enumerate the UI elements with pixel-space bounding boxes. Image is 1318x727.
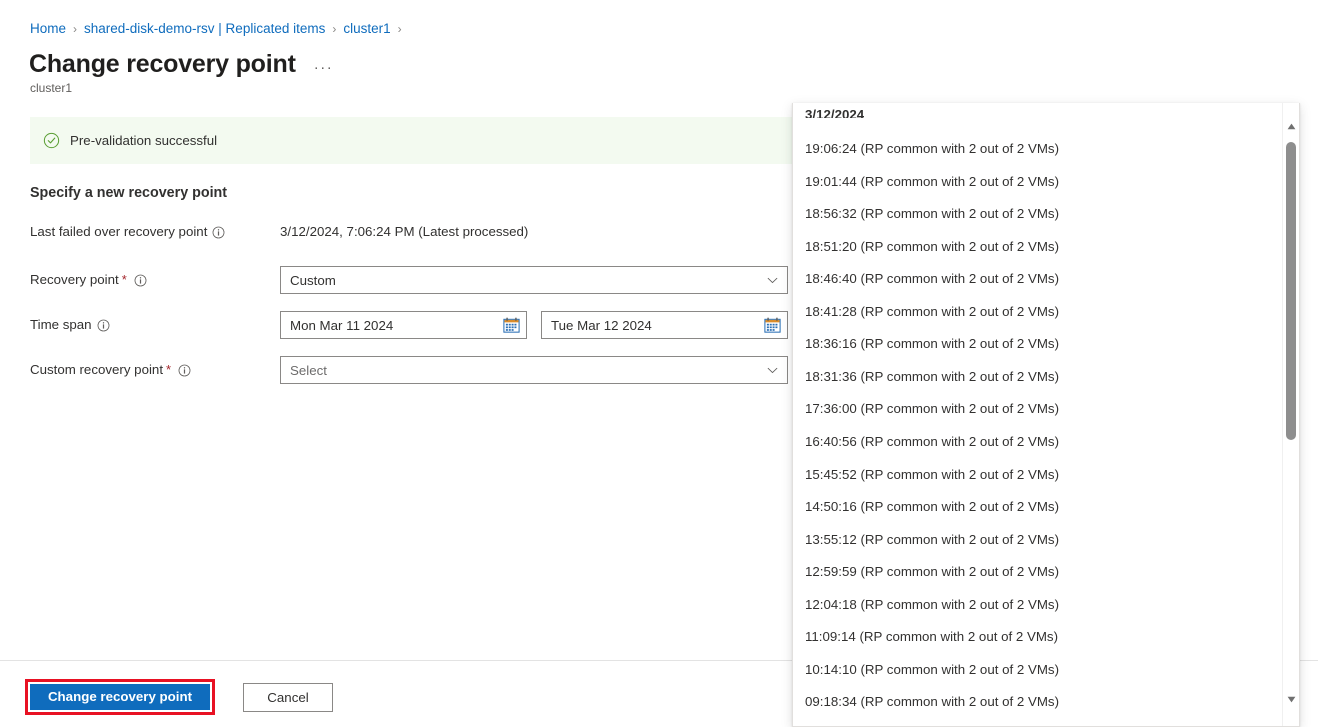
page-subtitle: cluster1 <box>30 80 72 96</box>
recovery-point-option[interactable]: 18:31:36 (RP common with 2 out of 2 VMs) <box>793 361 1281 394</box>
last-failed-over-value: 3/12/2024, 7:06:24 PM (Latest processed) <box>280 222 528 242</box>
custom-recovery-point-label: Custom recovery point <box>30 360 163 380</box>
form-row-last-failed-over: Last failed over recovery point 3/12/202… <box>30 222 800 242</box>
recovery-point-option[interactable]: 14:50:16 (RP common with 2 out of 2 VMs) <box>793 491 1281 524</box>
recovery-point-option[interactable]: 17:36:00 (RP common with 2 out of 2 VMs) <box>793 393 1281 426</box>
recovery-point-option[interactable]: 12:04:18 (RP common with 2 out of 2 VMs) <box>793 589 1281 622</box>
breadcrumb-separator-icon: › <box>398 20 402 38</box>
time-span-end-value: Tue Mar 12 2024 <box>551 318 763 333</box>
time-span-inputs: Mon Mar 11 2024 <box>280 311 788 339</box>
info-icon[interactable] <box>134 274 147 287</box>
recovery-point-option[interactable]: 13:55:12 (RP common with 2 out of 2 VMs) <box>793 524 1281 557</box>
recovery-point-option[interactable]: 18:56:32 (RP common with 2 out of 2 VMs) <box>793 198 1281 231</box>
recovery-point-option[interactable]: 19:06:24 (RP common with 2 out of 2 VMs) <box>793 133 1281 166</box>
recovery-point-option-list[interactable]: 3/12/2024 19:06:24 (RP common with 2 out… <box>793 103 1299 726</box>
recovery-point-label: Recovery point <box>30 270 119 290</box>
scroll-down-arrow-icon[interactable] <box>1283 691 1299 708</box>
time-span-label: Time span <box>30 315 92 335</box>
cancel-button[interactable]: Cancel <box>243 683 333 712</box>
recovery-point-option[interactable]: 11:09:14 (RP common with 2 out of 2 VMs) <box>793 621 1281 654</box>
time-span-start-input[interactable]: Mon Mar 11 2024 <box>280 311 527 339</box>
recovery-point-selected-value: Custom <box>290 273 766 288</box>
breadcrumb-separator-icon: › <box>73 20 77 38</box>
custom-recovery-point-select[interactable]: Select <box>280 356 788 384</box>
required-indicator: * <box>122 270 127 290</box>
calendar-icon[interactable] <box>763 316 782 335</box>
recovery-point-option[interactable]: 16:40:56 (RP common with 2 out of 2 VMs) <box>793 426 1281 459</box>
calendar-icon[interactable] <box>502 316 521 335</box>
required-indicator: * <box>166 360 171 380</box>
form-row-custom-recovery-point: Custom recovery point * Select <box>30 356 800 384</box>
scrollbar-thumb[interactable] <box>1286 142 1296 440</box>
dropdown-scrollbar[interactable] <box>1282 103 1299 726</box>
section-heading: Specify a new recovery point <box>30 183 227 203</box>
recovery-point-option[interactable]: 15:45:52 (RP common with 2 out of 2 VMs) <box>793 459 1281 492</box>
recovery-point-form: Last failed over recovery point 3/12/202… <box>30 222 800 384</box>
chevron-down-icon <box>766 364 779 377</box>
footer-actions: Change recovery point Cancel <box>25 679 333 715</box>
breadcrumb-item-cluster1[interactable]: cluster1 <box>343 20 390 38</box>
primary-action-highlight: Change recovery point <box>25 679 215 715</box>
dropdown-group-header: 3/12/2024 <box>805 106 864 118</box>
recovery-point-label-group: Recovery point * <box>30 270 280 290</box>
change-recovery-point-button[interactable]: Change recovery point <box>30 684 210 710</box>
recovery-point-option[interactable]: 19:01:44 (RP common with 2 out of 2 VMs) <box>793 166 1281 199</box>
recovery-point-option[interactable]: 12:59:59 (RP common with 2 out of 2 VMs) <box>793 556 1281 589</box>
recovery-point-select[interactable]: Custom <box>280 266 788 294</box>
info-icon[interactable] <box>97 319 110 332</box>
recovery-point-option[interactable]: 10:14:10 (RP common with 2 out of 2 VMs) <box>793 654 1281 687</box>
time-span-label-group: Time span <box>30 315 280 335</box>
recovery-point-option[interactable]: 18:51:20 (RP common with 2 out of 2 VMs) <box>793 231 1281 264</box>
breadcrumb-item-home[interactable]: Home <box>30 20 66 38</box>
form-row-recovery-point: Recovery point * Custom <box>30 266 800 294</box>
time-span-start-value: Mon Mar 11 2024 <box>290 318 502 333</box>
last-failed-over-label-group: Last failed over recovery point <box>30 222 280 242</box>
page-header: Change recovery point ··· <box>29 48 333 80</box>
last-failed-over-label: Last failed over recovery point <box>30 222 207 242</box>
info-icon[interactable] <box>178 364 191 377</box>
info-icon[interactable] <box>212 226 225 239</box>
custom-recovery-point-dropdown[interactable]: 3/12/2024 19:06:24 (RP common with 2 out… <box>792 103 1300 727</box>
check-circle-icon <box>43 132 60 149</box>
recovery-point-option[interactable]: 18:36:16 (RP common with 2 out of 2 VMs) <box>793 328 1281 361</box>
form-row-time-span: Time span Mon Mar 11 2024 <box>30 311 800 339</box>
banner-message: Pre-validation successful <box>70 132 217 150</box>
breadcrumb-separator-icon: › <box>332 20 336 38</box>
custom-recovery-point-selected-value: Select <box>290 363 766 378</box>
chevron-down-icon <box>766 274 779 287</box>
scroll-up-arrow-icon[interactable] <box>1283 118 1299 135</box>
more-options-button[interactable]: ··· <box>314 61 334 75</box>
page-title: Change recovery point <box>29 48 296 80</box>
time-span-end-input[interactable]: Tue Mar 12 2024 <box>541 311 788 339</box>
custom-recovery-point-label-group: Custom recovery point * <box>30 360 280 380</box>
breadcrumb: Home › shared-disk-demo-rsv | Replicated… <box>30 20 409 38</box>
recovery-point-option[interactable]: 18:46:40 (RP common with 2 out of 2 VMs) <box>793 263 1281 296</box>
recovery-point-option[interactable]: 18:41:28 (RP common with 2 out of 2 VMs) <box>793 296 1281 329</box>
recovery-point-option[interactable]: 09:18:34 (RP common with 2 out of 2 VMs) <box>793 686 1281 719</box>
breadcrumb-item-vault[interactable]: shared-disk-demo-rsv | Replicated items <box>84 20 325 38</box>
